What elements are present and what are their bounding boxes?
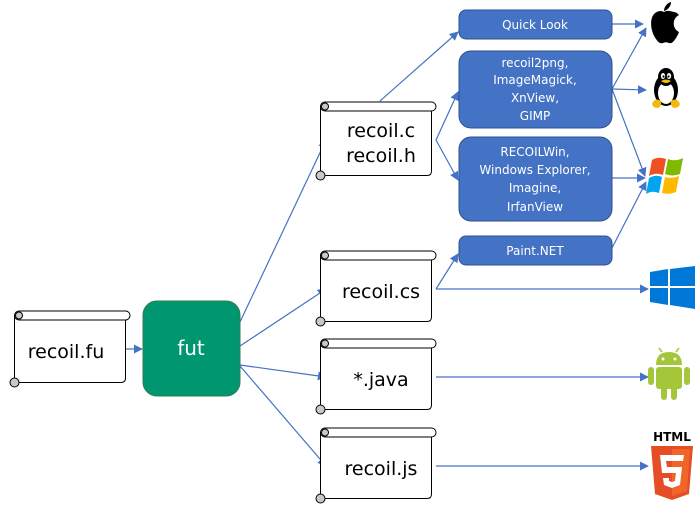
output-file-label: recoil.h xyxy=(346,145,416,167)
tool-label: recoil2png, xyxy=(502,56,569,70)
arrow-c-to-linux-tools xyxy=(435,91,459,141)
arrow-paintnet-to-windows xyxy=(611,181,647,249)
output-file-scroll-cs[interactable]: recoil.cs xyxy=(315,250,437,327)
tool-box-quicklook[interactable]: Quick Look xyxy=(458,9,613,40)
arrow-linux-tools-to-macos xyxy=(611,27,647,90)
tool-box-windows-tools[interactable]: RECOILWin, Windows Explorer, Imagine, Ir… xyxy=(458,136,613,222)
arrow-fut-to-java xyxy=(239,364,327,381)
apple-icon xyxy=(651,2,679,44)
tool-label: Quick Look xyxy=(502,18,568,32)
html5-icon: HTML xyxy=(651,430,693,500)
source-file-label: recoil.fu xyxy=(28,341,104,363)
tool-label: GIMP xyxy=(520,109,550,123)
tool-label: XnView, xyxy=(511,91,559,105)
arrow-cs-to-paintnet xyxy=(435,253,459,290)
arrow-fut-to-js xyxy=(239,365,327,467)
tool-box-paintnet[interactable]: Paint.NET xyxy=(458,235,613,266)
arrow-c-to-windows-tools xyxy=(435,139,459,181)
tool-label: Windows Explorer, xyxy=(479,163,590,177)
output-file-label: recoil.cs xyxy=(342,281,420,303)
arrow-c-to-quicklook xyxy=(379,31,459,102)
fut-compiler-label: fut xyxy=(177,336,205,360)
tux-penguin-icon xyxy=(652,68,680,108)
output-file-scroll-java[interactable]: *.java xyxy=(315,338,437,415)
tool-label: RECOILWin, xyxy=(500,145,569,159)
windows-flag-icon xyxy=(646,157,683,194)
tool-label: Paint.NET xyxy=(506,244,564,258)
output-file-label: *.java xyxy=(353,369,408,391)
arrow-fut-to-c xyxy=(239,139,327,323)
tool-label: IrfanView xyxy=(507,200,563,214)
fut-compiler-node[interactable]: fut xyxy=(142,300,241,397)
pipeline-diagram: recoil.fu fut recoil.c recoil.h recoil.c… xyxy=(9,2,695,504)
source-file-scroll[interactable]: recoil.fu xyxy=(9,310,131,388)
output-file-scroll-js[interactable]: recoil.js xyxy=(315,427,437,504)
android-icon xyxy=(648,347,690,400)
output-file-scroll-c[interactable]: recoil.c recoil.h xyxy=(315,101,437,181)
tool-label: Imagine, xyxy=(509,181,561,195)
arrow-fut-to-cs xyxy=(239,288,327,347)
output-file-label: recoil.js xyxy=(345,458,418,480)
tool-label: ImageMagick, xyxy=(493,73,577,87)
html5-label: HTML xyxy=(653,430,691,444)
output-file-label: recoil.c xyxy=(347,120,415,142)
tool-box-linux-tools[interactable]: recoil2png, ImageMagick, XnView, GIMP xyxy=(458,50,613,129)
arrow-linux-tools-to-windows xyxy=(611,88,647,177)
arrow-linux-tools-to-linux xyxy=(611,85,647,95)
windows-10-icon xyxy=(650,266,695,309)
